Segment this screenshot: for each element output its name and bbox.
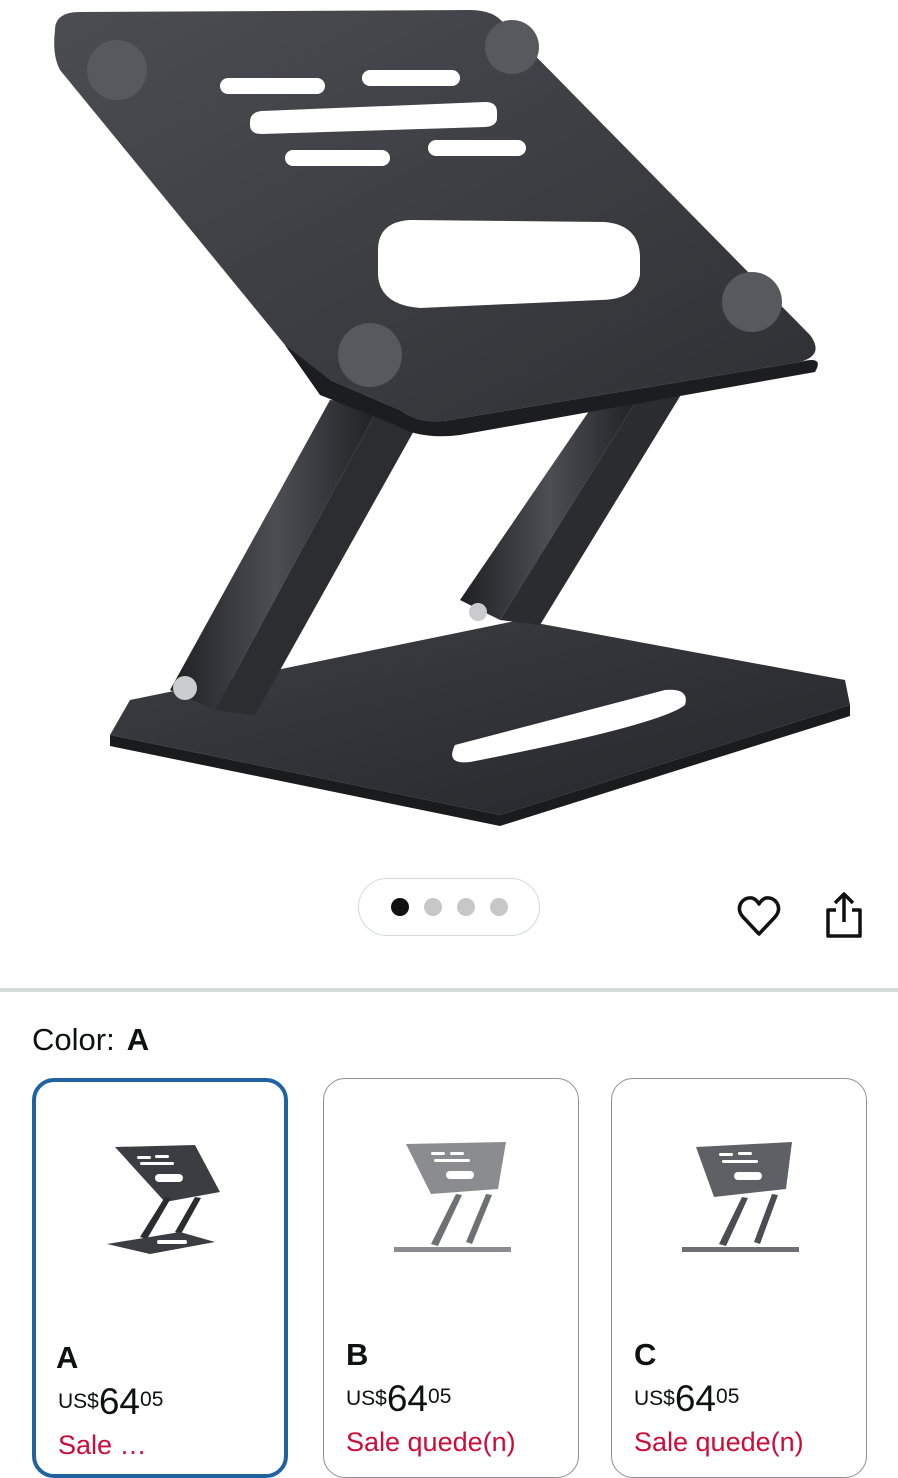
swatch-price: US$ 64 05 bbox=[346, 1379, 451, 1419]
price-fraction: 05 bbox=[716, 1385, 740, 1408]
swatch-price: US$ 64 05 bbox=[58, 1382, 163, 1422]
sale-status-text: Sale … bbox=[58, 1430, 147, 1460]
price-whole: 64 bbox=[98, 1381, 141, 1422]
image-carousel-indicator[interactable] bbox=[358, 878, 540, 936]
carousel-dot[interactable] bbox=[390, 898, 409, 916]
swatch-price: US$ 64 05 bbox=[634, 1379, 739, 1419]
price-currency: US$ bbox=[346, 1387, 387, 1410]
swatch-thumbnail bbox=[107, 1145, 220, 1254]
sale-status-text: Sale quede(n) bbox=[346, 1427, 516, 1457]
swatch-thumbnail bbox=[394, 1142, 511, 1252]
color-selector-label: Color: A bbox=[32, 1022, 149, 1058]
price-currency: US$ bbox=[634, 1387, 675, 1410]
selected-color-value: A bbox=[126, 1022, 150, 1057]
carousel-dot[interactable] bbox=[456, 898, 475, 916]
color-swatch-b[interactable]: B US$ 64 05 Sale quede(n) bbox=[323, 1078, 579, 1478]
product-image[interactable] bbox=[0, 0, 898, 860]
carousel-dot[interactable] bbox=[489, 898, 508, 916]
swatch-name: A bbox=[56, 1340, 79, 1375]
section-divider bbox=[0, 988, 898, 992]
swatch-name: B bbox=[346, 1337, 369, 1372]
sale-status-text: Sale quede(n) bbox=[634, 1427, 804, 1457]
swatch-name: C bbox=[634, 1337, 657, 1372]
price-currency: US$ bbox=[58, 1390, 99, 1413]
price-whole: 64 bbox=[674, 1378, 717, 1419]
color-swatch-c[interactable]: C US$ 64 05 Sale quede(n) bbox=[611, 1078, 867, 1478]
color-label: Color: bbox=[32, 1022, 115, 1057]
share-icon bbox=[826, 892, 862, 938]
heart-icon bbox=[737, 896, 781, 936]
share-button[interactable] bbox=[822, 890, 866, 940]
favorite-button[interactable] bbox=[735, 892, 783, 940]
price-whole: 64 bbox=[386, 1378, 429, 1419]
price-fraction: 05 bbox=[428, 1385, 452, 1408]
swatch-thumbnail bbox=[682, 1142, 799, 1252]
color-swatch-a[interactable]: A US$ 64 05 Sale … bbox=[32, 1078, 288, 1478]
carousel-dot[interactable] bbox=[423, 898, 442, 916]
price-fraction: 05 bbox=[140, 1388, 164, 1411]
